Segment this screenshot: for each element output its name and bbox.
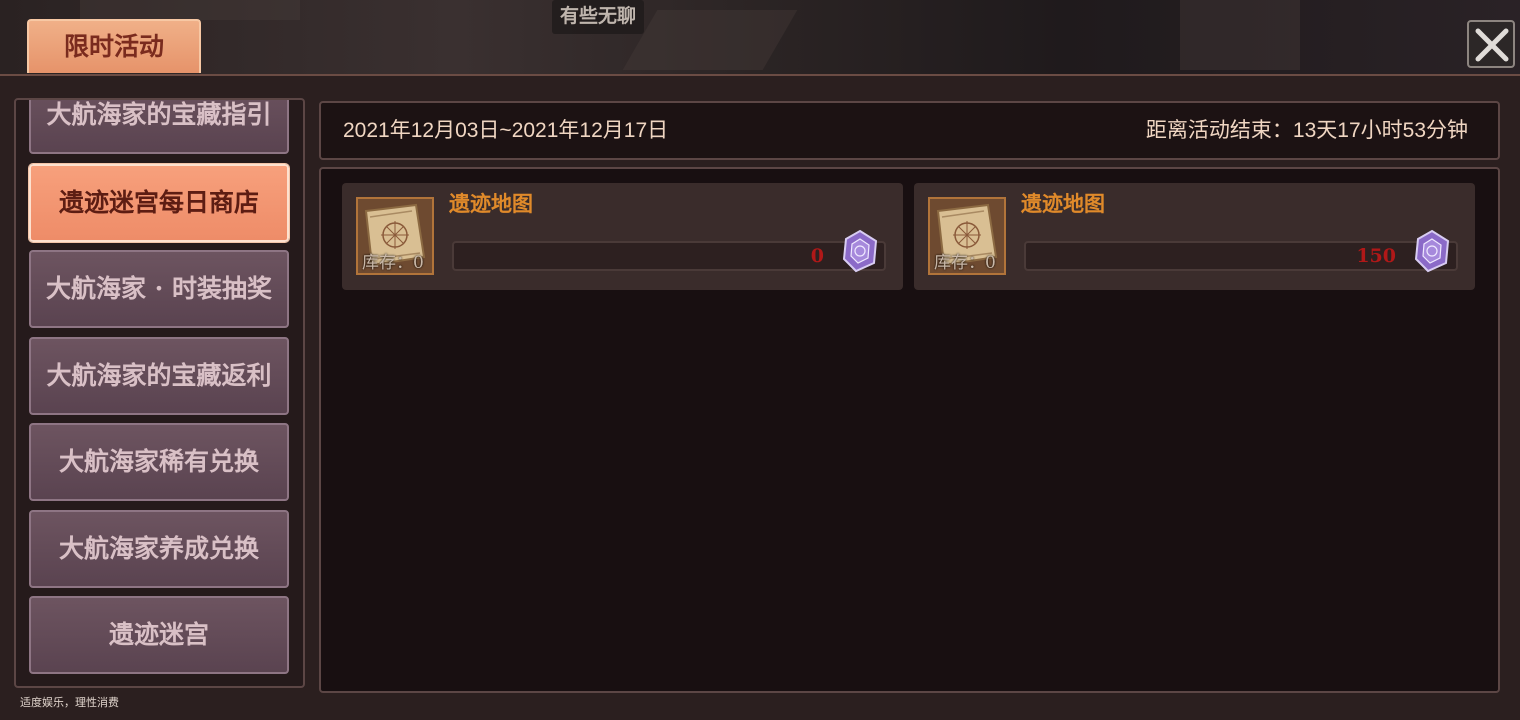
item-price: 0: [810, 245, 824, 267]
shop-item-card[interactable]: 遗迹地图 库存：0 0: [342, 183, 903, 290]
shop-content: 遗迹地图 库存：0 0 遗迹地图 库存：0 150: [319, 167, 1500, 693]
game-scene-background: 有些无聊: [0, 0, 1520, 76]
close-icon: [1475, 28, 1509, 62]
stock-label: 库存：: [934, 253, 985, 272]
sidebar-item-fashion-lottery[interactable]: 大航海家 · 时装抽奖: [29, 250, 289, 328]
sidebar-item-treasure-guide[interactable]: 大航海家的宝藏指引: [29, 100, 289, 154]
item-stock: 库存：0: [362, 248, 424, 273]
health-notice: 适度娱乐，理性消费: [20, 696, 119, 709]
sidebar-item-maze-daily-shop[interactable]: 遗迹迷宫每日商店: [29, 164, 289, 242]
sidebar-item-treasure-rebate[interactable]: 大航海家的宝藏返利: [29, 337, 289, 415]
stock-value: 0: [985, 253, 996, 273]
item-stock: 库存：0: [934, 248, 996, 273]
item-name: 遗迹地图: [449, 191, 533, 216]
purple-gem-icon: [842, 229, 878, 273]
price-bar[interactable]: 150: [1024, 229, 1458, 273]
activity-sidebar[interactable]: 大航海家的宝藏指引 遗迹迷宫每日商店 大航海家 · 时装抽奖 大航海家的宝藏返利…: [14, 98, 305, 688]
close-button[interactable]: [1467, 20, 1515, 68]
stock-label: 库存：: [362, 253, 413, 272]
panel-title-tab: 限时活动: [27, 19, 201, 73]
sidebar-item-relic-maze[interactable]: 遗迹迷宫: [29, 596, 289, 674]
activity-date-bar: 2021年12月03日~2021年12月17日 距离活动结束：13天17小时53…: [319, 101, 1500, 160]
activity-countdown: 距离活动结束：13天17小时53分钟: [1145, 119, 1468, 142]
shop-item-card[interactable]: 遗迹地图 库存：0 150: [914, 183, 1475, 290]
activity-date-range: 2021年12月03日~2021年12月17日: [343, 119, 669, 142]
sidebar-item-rare-exchange[interactable]: 大航海家稀有兑换: [29, 423, 289, 501]
item-name: 遗迹地图: [1021, 191, 1105, 216]
scene-chat-bubble: 有些无聊: [552, 0, 645, 34]
sidebar-item-growth-exchange[interactable]: 大航海家养成兑换: [29, 510, 289, 588]
item-price: 150: [1356, 245, 1396, 267]
stock-value: 0: [413, 253, 424, 273]
price-bar[interactable]: 0: [452, 229, 886, 273]
purple-gem-icon: [1414, 229, 1450, 273]
